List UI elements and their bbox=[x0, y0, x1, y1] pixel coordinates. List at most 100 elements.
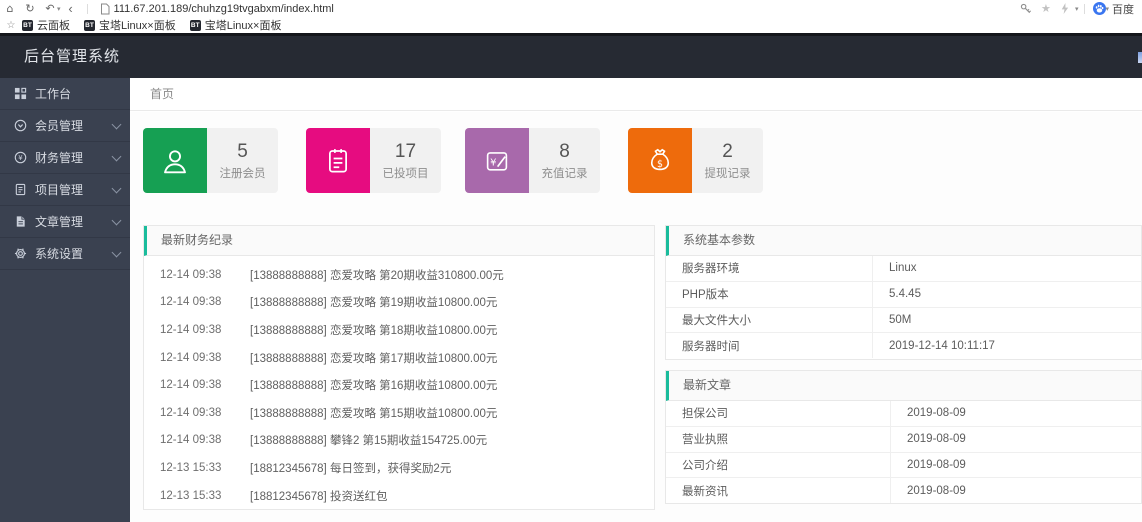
article-file-icon bbox=[13, 215, 27, 229]
app-title: 后台管理系统 bbox=[24, 36, 120, 78]
breadcrumb-bar: 首页 bbox=[130, 78, 1142, 111]
record-time: 12-14 09:38 bbox=[160, 407, 238, 419]
finance-record-row: 12-14 09:38 [13888888888] 恋爱攻略 第17期收益108… bbox=[144, 344, 654, 372]
chevron-down-icon bbox=[112, 151, 122, 161]
engine-caret-icon[interactable]: ▾ bbox=[1105, 5, 1109, 13]
sidebar-item-finance[interactable]: ¥ 财务管理 bbox=[0, 142, 130, 174]
back-icon[interactable]: ‹ bbox=[61, 1, 81, 16]
url-field[interactable]: 111.67.201.189/chuhzg19tvgabxm/index.htm… bbox=[114, 3, 334, 15]
record-text: [13888888888] 恋爱攻略 第20期收益310800.00元 bbox=[250, 267, 504, 283]
chevron-down-icon bbox=[112, 215, 122, 225]
stat-text: 2 提现记录 bbox=[692, 128, 763, 193]
table-row: 担保公司 2019-08-09 bbox=[666, 401, 1141, 427]
page-icon bbox=[100, 3, 110, 15]
sidebar-item-articles[interactable]: 文章管理 bbox=[0, 206, 130, 238]
sidebar-item-label: 文章管理 bbox=[35, 213, 113, 230]
svg-text:$: $ bbox=[657, 159, 663, 170]
finance-record-row: 12-14 09:38 [13888888888] 恋爱攻略 第18期收益108… bbox=[144, 316, 654, 344]
record-time: 12-14 09:38 bbox=[160, 269, 238, 281]
breadcrumb-home[interactable]: 首页 bbox=[150, 78, 174, 111]
divider bbox=[1084, 4, 1085, 14]
finance-record-list: 12-14 09:38 [13888888888] 恋爱攻略 第20期收益310… bbox=[144, 256, 654, 509]
bookmarks-bar: ☆ BT 云面板 BT 宝塔Linux×面板 BT 宝塔Linux×面板 bbox=[0, 17, 1142, 33]
user-icon bbox=[143, 128, 207, 193]
finance-record-row: 12-14 09:38 [13888888888] 恋爱攻略 第15期收益108… bbox=[144, 399, 654, 427]
table-row: 最大文件大小 50M bbox=[666, 308, 1141, 334]
chevron-down-icon bbox=[112, 247, 122, 257]
search-engine-label[interactable]: 百度 bbox=[1112, 1, 1134, 17]
tools-caret-icon[interactable]: ▾ bbox=[1075, 5, 1079, 13]
bookmark-label: 宝塔Linux×面板 bbox=[205, 17, 282, 33]
sidebar-item-label: 项目管理 bbox=[35, 181, 113, 198]
finance-records-panel: 最新财务纪录 12-14 09:38 [13888888888] 恋爱攻略 第2… bbox=[143, 225, 655, 510]
record-text: [13888888888] 恋爱攻略 第18期收益10800.00元 bbox=[250, 322, 497, 338]
article-title: 公司介绍 bbox=[666, 453, 891, 478]
home-icon[interactable]: ⌂ bbox=[0, 2, 20, 15]
bookmark-cloud-panel[interactable]: BT 云面板 bbox=[22, 17, 70, 33]
stat-text: 5 注册会员 bbox=[207, 128, 278, 193]
record-time: 12-14 09:38 bbox=[160, 352, 238, 364]
stat-label: 注册会员 bbox=[220, 165, 266, 181]
record-text: [18812345678] 每日签到，获得奖励2元 bbox=[250, 460, 451, 476]
money-bag-icon: $ bbox=[628, 128, 692, 193]
sidebar-item-label: 财务管理 bbox=[35, 149, 113, 166]
key-icon[interactable] bbox=[1019, 2, 1032, 15]
row-value: 2019-12-14 10:11:17 bbox=[873, 340, 995, 352]
record-time: 12-13 15:33 bbox=[160, 462, 238, 474]
article-title: 营业执照 bbox=[666, 427, 891, 452]
record-text: [13888888888] 恋爱攻略 第19期收益10800.00元 bbox=[250, 294, 497, 310]
bookmark-label: 宝塔Linux×面板 bbox=[99, 17, 176, 33]
finance-circle-icon: ¥ bbox=[13, 151, 27, 165]
record-time: 12-14 09:38 bbox=[160, 296, 238, 308]
record-time: 12-14 09:38 bbox=[160, 379, 238, 391]
article-date: 2019-08-09 bbox=[891, 459, 966, 471]
stat-text: 17 已投项目 bbox=[370, 128, 441, 193]
record-text: [13888888888] 恋爱攻略 第16期收益10800.00元 bbox=[250, 377, 497, 393]
stat-value: 2 bbox=[722, 141, 733, 163]
bookmark-star-icon[interactable]: ☆ bbox=[0, 20, 22, 31]
favorite-star-icon[interactable]: ★ bbox=[1036, 2, 1056, 15]
bookmark-label: 云面板 bbox=[37, 17, 70, 33]
sidebar-item-projects[interactable]: 项目管理 bbox=[0, 174, 130, 206]
articles-table: 担保公司 2019-08-09 营业执照 2019-08-09 公司介绍 201… bbox=[666, 401, 1141, 503]
bt-favicon: BT bbox=[190, 20, 201, 31]
clipboard-icon bbox=[306, 128, 370, 193]
stat-text: 8 充值记录 bbox=[529, 128, 600, 193]
record-time: 12-14 09:38 bbox=[160, 324, 238, 336]
sidebar-item-workbench[interactable]: 工作台 bbox=[0, 78, 130, 110]
table-row: 服务器环境 Linux bbox=[666, 256, 1141, 282]
divider bbox=[87, 4, 88, 14]
stat-card-recharge: ¥ 8 充值记录 bbox=[465, 128, 600, 193]
article-date: 2019-08-09 bbox=[891, 433, 966, 445]
bookmark-bt-panel-2[interactable]: BT 宝塔Linux×面板 bbox=[190, 17, 282, 33]
stat-label: 充值记录 bbox=[542, 165, 588, 181]
stat-card-members: 5 注册会员 bbox=[143, 128, 278, 193]
article-title: 最新资讯 bbox=[666, 478, 891, 503]
stat-value: 17 bbox=[395, 141, 416, 163]
system-params-panel: 系统基本参数 服务器环境 Linux PHP版本 5.4.45 最大文件大小 5… bbox=[665, 225, 1142, 360]
finance-record-row: 12-14 09:38 [13888888888] 恋爱攻略 第19期收益108… bbox=[144, 289, 654, 317]
record-text: [13888888888] 恋爱攻略 第15期收益10800.00元 bbox=[250, 405, 497, 421]
row-label: PHP版本 bbox=[666, 282, 873, 307]
row-label: 最大文件大小 bbox=[666, 308, 873, 333]
system-params-table: 服务器环境 Linux PHP版本 5.4.45 最大文件大小 50M 服务器时… bbox=[666, 256, 1141, 358]
article-date: 2019-08-09 bbox=[891, 485, 966, 497]
latest-articles-panel: 最新文章 担保公司 2019-08-09 营业执照 2019-08-09 公司介… bbox=[665, 370, 1142, 504]
row-value: Linux bbox=[873, 262, 917, 274]
table-row: PHP版本 5.4.45 bbox=[666, 282, 1141, 308]
sidebar-item-members[interactable]: 会员管理 bbox=[0, 110, 130, 142]
article-date: 2019-08-09 bbox=[891, 407, 966, 419]
bookmark-bt-panel-1[interactable]: BT 宝塔Linux×面板 bbox=[84, 17, 176, 33]
bt-favicon: BT bbox=[84, 20, 95, 31]
panel-title: 最新文章 bbox=[666, 371, 1141, 401]
finance-record-row: 12-14 09:38 [13888888888] 恋爱攻略 第20期收益310… bbox=[144, 261, 654, 289]
svg-text:¥: ¥ bbox=[18, 154, 23, 162]
header-edge-icon bbox=[1138, 52, 1142, 63]
lightning-icon[interactable] bbox=[1059, 2, 1070, 15]
panel-title: 最新财务纪录 bbox=[144, 226, 654, 256]
sidebar-item-settings[interactable]: 系统设置 bbox=[0, 238, 130, 270]
finance-record-row: 12-14 09:38 [13888888888] 攀锋2 第15期收益1547… bbox=[144, 427, 654, 455]
panel-title: 系统基本参数 bbox=[666, 226, 1141, 256]
refresh-icon[interactable]: ↻ bbox=[20, 2, 40, 15]
stat-value: 5 bbox=[237, 141, 248, 163]
